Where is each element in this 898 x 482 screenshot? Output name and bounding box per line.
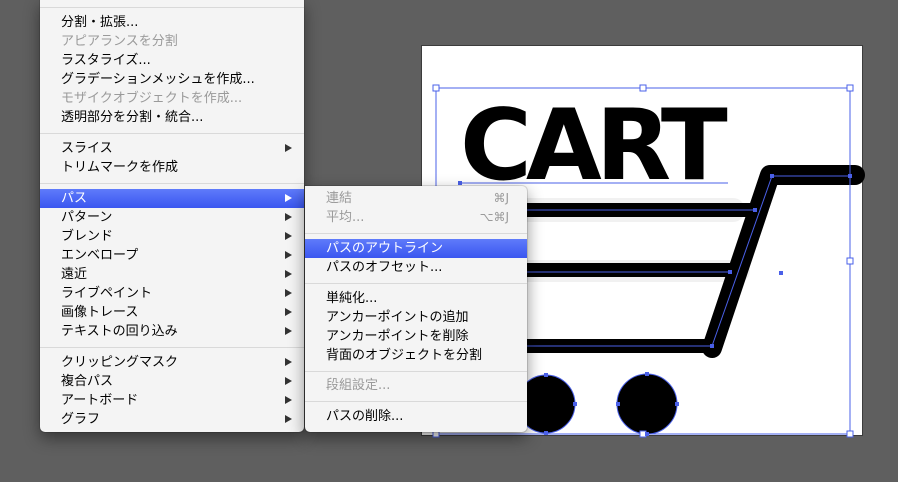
path-submenu: 連結 ⌘J 平均... ⌥⌘J パスのアウトライン パスのオフセット... 単純化.… <box>305 186 527 432</box>
menu-item-label: ライブペイント <box>61 286 153 301</box>
shortcut-label: ⌘J <box>493 191 509 205</box>
menu-item-rasterize[interactable]: ラスタライズ... <box>40 51 304 70</box>
menu-separator <box>40 133 304 134</box>
menu-separator <box>305 233 527 234</box>
submenu-item-split-into-grid[interactable]: 段組設定... <box>305 376 527 395</box>
menu-item-label: 単純化... <box>326 291 378 306</box>
menu-separator <box>305 283 527 284</box>
submenu-item-offset-path[interactable]: パスのオフセット... <box>305 258 527 277</box>
menu-item-compound-path[interactable]: 複合パス <box>40 372 304 391</box>
menu-item-label: ブレンド <box>61 229 114 244</box>
menu-separator <box>305 401 527 402</box>
menu-item-slice[interactable]: スライス <box>40 139 304 158</box>
object-menu: 分割・拡張... アピアランスを分割 ラスタライズ... グラデーションメッシュ… <box>40 0 304 432</box>
menu-item-trim-marks[interactable]: トリムマークを作成 <box>40 158 304 177</box>
menu-item-pattern[interactable]: パターン <box>40 208 304 227</box>
menu-item-graph[interactable]: グラフ <box>40 410 304 429</box>
submenu-item-add-anchor-points[interactable]: アンカーポイントの追加 <box>305 308 527 327</box>
menu-item-label: グラデーションメッシュを作成... <box>61 72 255 87</box>
menu-item-expand-appearance[interactable]: アピアランスを分割 <box>40 32 304 51</box>
menu-item-label: 透明部分を分割・統合... <box>61 110 204 125</box>
menu-item-label: パターン <box>61 210 113 225</box>
menu-item-mosaic[interactable]: モザイクオブジェクトを作成... <box>40 89 304 108</box>
menu-item-label: パスの削除... <box>326 409 404 424</box>
menu-item-label: パス <box>61 191 88 206</box>
menu-item-clipping-mask[interactable]: クリッピングマスク <box>40 353 304 372</box>
menu-item-label: クリッピングマスク <box>61 355 179 370</box>
menu-separator <box>40 183 304 184</box>
menu-item-flatten-transparency[interactable]: 透明部分を分割・統合... <box>40 108 304 127</box>
menu-item-blend[interactable]: ブレンド <box>40 227 304 246</box>
menu-separator <box>40 347 304 348</box>
submenu-arrow-icon <box>285 415 292 423</box>
menu-item-label: パスのアウトライン <box>326 241 444 256</box>
menu-item-label: スライス <box>61 141 113 156</box>
menu-item-label: 画像トレース <box>61 305 139 320</box>
submenu-arrow-icon <box>285 213 292 221</box>
submenu-arrow-icon <box>285 232 292 240</box>
menu-item-label: ラスタライズ... <box>61 53 151 68</box>
submenu-arrow-icon <box>285 289 292 297</box>
submenu-arrow-icon <box>285 144 292 152</box>
menu-item-label: 遠近 <box>61 267 88 282</box>
submenu-item-divide-objects-below[interactable]: 背面のオブジェクトを分割 <box>305 346 527 365</box>
menu-item-label: 段組設定... <box>326 378 391 393</box>
menu-item-artboards[interactable]: アートボード <box>40 391 304 410</box>
submenu-arrow-icon <box>285 194 292 202</box>
submenu-arrow-icon <box>285 377 292 385</box>
menu-item-label: 背面のオブジェクトを分割 <box>326 348 483 363</box>
submenu-arrow-icon <box>285 327 292 335</box>
submenu-arrow-icon <box>285 396 292 404</box>
submenu-item-remove-anchor-points[interactable]: アンカーポイントを削除 <box>305 327 527 346</box>
menu-item-label: パスのオフセット... <box>326 260 443 275</box>
menu-item-label: 複合パス <box>61 374 114 389</box>
menu-item-label: モザイクオブジェクトを作成... <box>61 91 243 106</box>
menu-item-path[interactable]: パス <box>40 189 304 208</box>
menu-item-label: アンカーポイントの追加 <box>326 310 469 325</box>
menu-item-live-paint[interactable]: ライブペイント <box>40 284 304 303</box>
menu-item-text-wrap[interactable]: テキストの回り込み <box>40 322 304 341</box>
submenu-arrow-icon <box>285 270 292 278</box>
menu-item-label: 分割・拡張... <box>61 15 139 30</box>
menu-item-label: アンカーポイントを削除 <box>326 329 469 344</box>
submenu-item-average[interactable]: 平均... ⌥⌘J <box>305 208 527 227</box>
menu-item-label: アートボード <box>61 393 139 408</box>
menu-item-gradient-mesh[interactable]: グラデーションメッシュを作成... <box>40 70 304 89</box>
submenu-item-join[interactable]: 連結 ⌘J <box>305 189 527 208</box>
menu-separator <box>305 371 527 372</box>
menu-item-label: テキストの回り込み <box>61 324 178 339</box>
menu-item-label: 連結 <box>326 191 353 206</box>
menu-item-perspective[interactable]: 遠近 <box>40 265 304 284</box>
menu-item-label: トリムマークを作成 <box>61 160 179 175</box>
menu-item-expand[interactable]: 分割・拡張... <box>40 13 304 32</box>
submenu-arrow-icon <box>285 251 292 259</box>
menu-item-label: エンベロープ <box>61 248 139 263</box>
menu-item-label: 平均... <box>326 210 365 225</box>
menu-separator <box>40 7 304 8</box>
menu-item-label: アピアランスを分割 <box>61 34 178 49</box>
submenu-item-outline-stroke[interactable]: パスのアウトライン <box>305 239 527 258</box>
menu-item-envelope[interactable]: エンベロープ <box>40 246 304 265</box>
shortcut-label: ⌥⌘J <box>479 210 509 224</box>
menu-item-image-trace[interactable]: 画像トレース <box>40 303 304 322</box>
submenu-arrow-icon <box>285 308 292 316</box>
menu-item-label: グラフ <box>61 412 101 427</box>
submenu-arrow-icon <box>285 358 292 366</box>
submenu-item-simplify[interactable]: 単純化... <box>305 289 527 308</box>
submenu-item-clean-up[interactable]: パスの削除... <box>305 407 527 426</box>
